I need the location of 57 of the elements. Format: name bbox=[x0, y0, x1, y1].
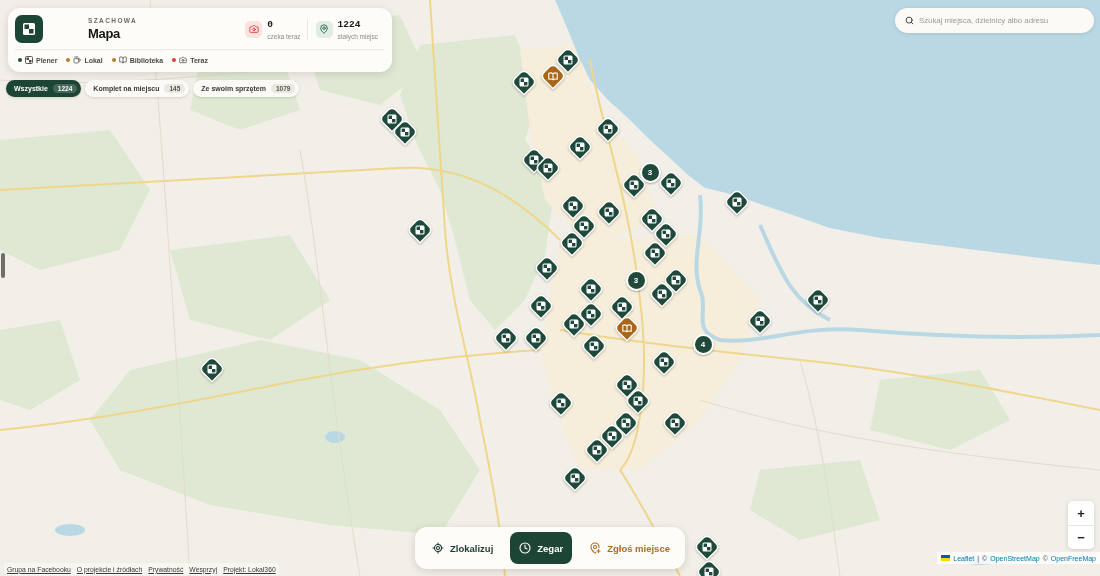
zoom-out-button[interactable]: − bbox=[1068, 525, 1094, 549]
chessboard-pin-icon[interactable] bbox=[695, 535, 719, 561]
chessboard-pin-icon[interactable] bbox=[596, 117, 620, 143]
chessboard-icon bbox=[25, 56, 33, 64]
chessboard-pin-icon[interactable] bbox=[622, 173, 646, 199]
map-drawing[interactable] bbox=[0, 0, 1100, 576]
chessboard-pin-icon[interactable] bbox=[408, 218, 432, 244]
book-pin-icon[interactable] bbox=[541, 64, 565, 90]
clock-icon bbox=[519, 542, 532, 554]
chessboard-pin-icon[interactable] bbox=[597, 200, 621, 226]
chessboard-pin-icon[interactable] bbox=[643, 241, 667, 267]
chessboard-pin-icon[interactable] bbox=[748, 309, 772, 335]
chessboard-pin-icon[interactable] bbox=[650, 282, 674, 308]
cup-icon bbox=[73, 56, 82, 64]
drag-handle-icon[interactable] bbox=[1, 253, 5, 278]
chessboard-pin-icon[interactable] bbox=[659, 171, 683, 197]
map-pin-plus-icon bbox=[589, 542, 602, 554]
chessboard-pin-icon[interactable] bbox=[626, 389, 650, 415]
chessboard-pin-icon[interactable] bbox=[562, 312, 586, 338]
chessboard-pin-icon[interactable] bbox=[556, 48, 580, 74]
stat-value: 0 bbox=[267, 18, 274, 30]
chessboard-pin-icon[interactable] bbox=[512, 70, 536, 96]
chessboard-pin-icon[interactable] bbox=[536, 156, 560, 182]
chessboard-pin-icon[interactable] bbox=[560, 231, 584, 257]
chessboard-pin-icon[interactable] bbox=[585, 438, 609, 464]
chessboard-pin-icon[interactable] bbox=[652, 350, 676, 376]
search-icon bbox=[905, 16, 914, 25]
chessboard-pin-icon[interactable] bbox=[524, 326, 548, 352]
chessboard-pin-icon[interactable] bbox=[663, 411, 687, 437]
app-title: Mapa bbox=[88, 26, 122, 41]
chessboard-pin-icon[interactable] bbox=[725, 190, 749, 216]
chessboard-pin-icon[interactable] bbox=[393, 120, 417, 146]
chessboard-pin-icon[interactable] bbox=[610, 295, 634, 321]
report-place-button[interactable]: Zgłoś miejsce bbox=[580, 532, 679, 564]
target-icon bbox=[432, 542, 444, 554]
book-icon bbox=[118, 56, 127, 64]
clock-button[interactable]: Zegar bbox=[510, 532, 573, 564]
chessboard-pin-icon[interactable] bbox=[494, 326, 518, 352]
chessboard-pin-icon[interactable] bbox=[561, 194, 585, 220]
chessboard-pin-icon[interactable] bbox=[529, 294, 553, 320]
chessboard-pin-icon[interactable] bbox=[568, 135, 592, 161]
chessboard-logo-icon bbox=[15, 15, 43, 43]
zoom-in-button[interactable]: + bbox=[1068, 501, 1094, 525]
chessboard-pin-icon[interactable] bbox=[563, 466, 587, 492]
flag-icon bbox=[941, 555, 951, 561]
chessboard-pin-icon[interactable] bbox=[535, 256, 559, 282]
camera-icon bbox=[179, 56, 188, 64]
chessboard-pin-icon[interactable] bbox=[582, 334, 606, 360]
chessboard-pin-icon[interactable] bbox=[806, 288, 830, 314]
camera-icon bbox=[245, 20, 263, 38]
chessboard-pin-icon[interactable] bbox=[579, 277, 603, 303]
stat-value: 1224 bbox=[337, 18, 362, 30]
chessboard-pin-icon[interactable] bbox=[200, 357, 224, 383]
chessboard-pin-icon[interactable] bbox=[549, 391, 573, 417]
book-pin-icon[interactable] bbox=[615, 316, 639, 342]
map-pin-icon bbox=[315, 20, 333, 38]
locate-button[interactable]: Zlokalizuj bbox=[423, 532, 503, 564]
